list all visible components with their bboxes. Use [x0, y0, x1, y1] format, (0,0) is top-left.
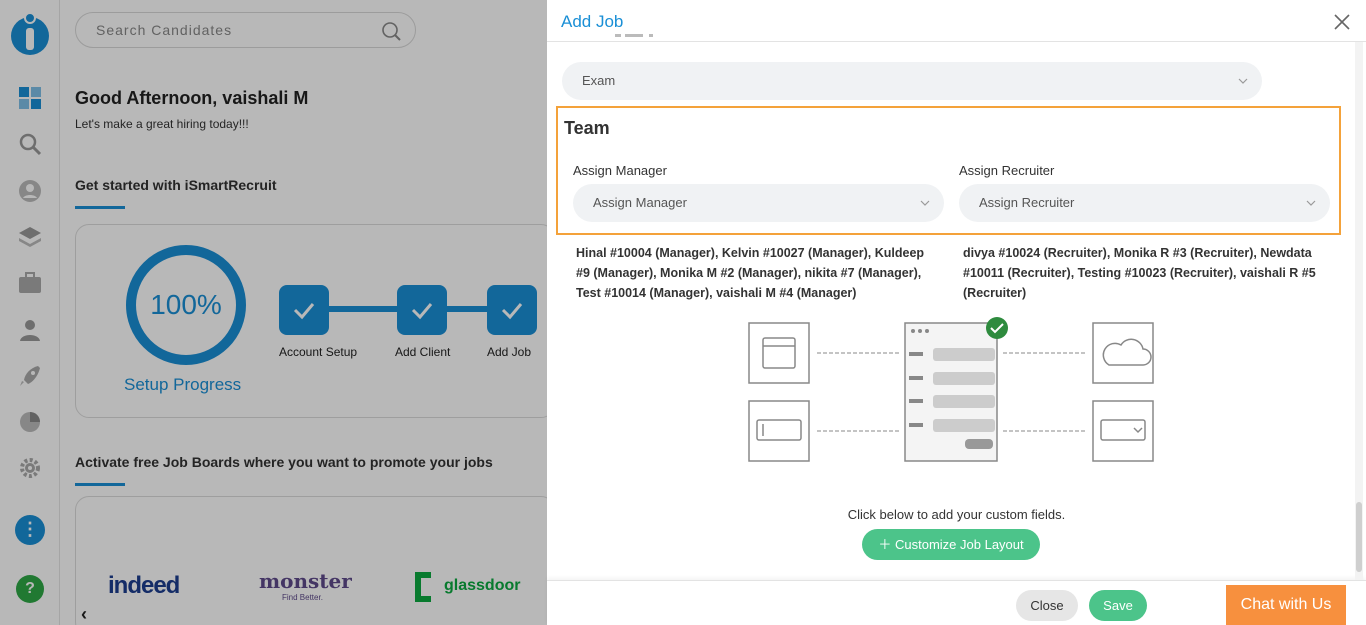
plus-icon: ＋ — [878, 537, 895, 552]
customize-job-layout-label: Customize Job Layout — [895, 537, 1024, 552]
assign-recruiter-placeholder: Assign Recruiter — [979, 195, 1075, 210]
modal-title: Add Job — [561, 12, 624, 31]
team-title: Team — [564, 118, 610, 138]
add-job-modal: Add Job Exam Team Assign Manager Assign … — [547, 0, 1366, 625]
customize-job-layout-button[interactable]: ＋ Customize Job Layout — [862, 529, 1040, 560]
team-section: Team Assign Manager Assign Recruiter Ass… — [556, 106, 1341, 235]
custom-fields-hint: Click below to add your custom fields. — [847, 507, 1066, 522]
exam-select[interactable]: Exam — [562, 62, 1262, 100]
chevron-down-icon — [920, 200, 930, 206]
assigned-recruiters-list: divya #10024 (Recruiter), Monika R #3 (R… — [963, 246, 1316, 300]
close-icon[interactable] — [1334, 14, 1350, 30]
save-button[interactable]: Save — [1089, 590, 1147, 621]
chevron-down-icon — [1238, 78, 1248, 84]
assign-manager-label: Assign Manager — [573, 163, 667, 178]
chat-with-us-button[interactable]: Chat with Us — [1226, 585, 1346, 625]
assign-recruiter-label: Assign Recruiter — [959, 163, 1055, 178]
clipped-label-fragment — [615, 34, 653, 37]
scrollbar-thumb[interactable] — [1356, 502, 1362, 572]
assign-recruiter-select[interactable]: Assign Recruiter — [959, 184, 1330, 222]
assigned-managers-list: Hinal #10004 (Manager), Kelvin #10027 (M… — [576, 246, 925, 300]
close-button[interactable]: Close — [1016, 590, 1078, 621]
modal-backdrop[interactable] — [0, 0, 547, 625]
modal-scrollbar[interactable] — [1355, 42, 1363, 580]
assign-manager-select[interactable]: Assign Manager — [573, 184, 944, 222]
exam-select-value: Exam — [582, 73, 616, 88]
assign-manager-placeholder: Assign Manager — [593, 195, 687, 210]
custom-layout-illustration — [748, 317, 1154, 462]
chevron-down-icon — [1306, 200, 1316, 206]
